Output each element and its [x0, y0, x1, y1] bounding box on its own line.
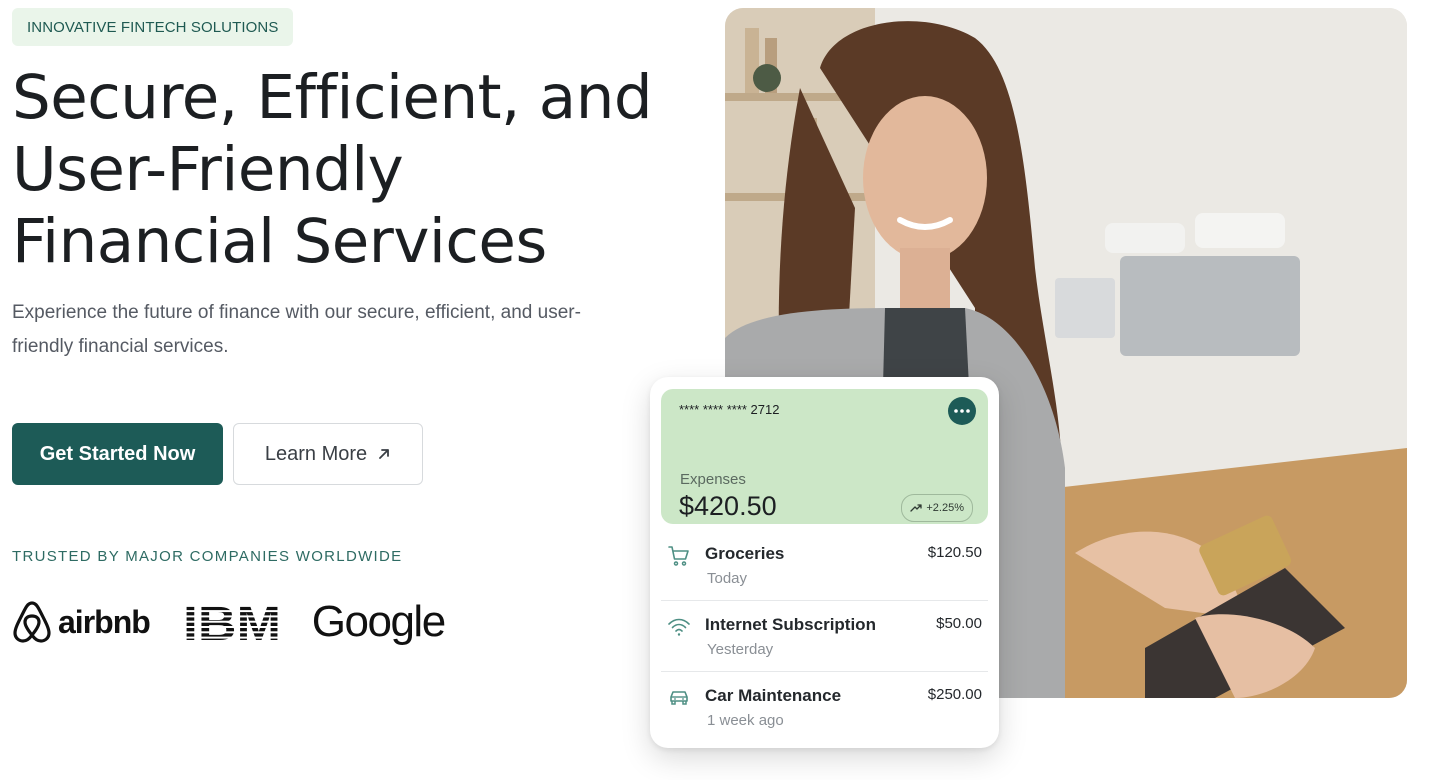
- transaction-date: 1 week ago: [707, 712, 784, 729]
- transaction-amount: $120.50: [927, 544, 982, 561]
- trend-up-icon: [910, 504, 923, 512]
- transaction-amount: $250.00: [927, 686, 982, 703]
- card-menu-button[interactable]: [948, 397, 976, 425]
- trusted-label: TRUSTED BY MAJOR COMPANIES WORLDWIDE: [12, 548, 403, 565]
- company-logos: airbnb IBM Google: [12, 596, 446, 648]
- transaction-amount: $50.00: [936, 615, 982, 632]
- airbnb-wordmark: airbnb: [58, 603, 151, 640]
- trend-badge: +2.25%: [901, 494, 973, 522]
- trend-value: +2.25%: [926, 502, 964, 514]
- transaction-date: Today: [707, 570, 748, 587]
- transaction-date: Yesterday: [707, 641, 774, 658]
- airbnb-mark-icon: [13, 601, 51, 643]
- hero-subtitle: Experience the future of finance with ou…: [12, 302, 581, 357]
- google-logo: Google: [311, 597, 446, 646]
- svg-text:IBM: IBM: [183, 601, 281, 643]
- learn-more-button[interactable]: Learn More: [233, 423, 423, 485]
- list-item[interactable]: Groceries Today $120.50: [661, 530, 988, 601]
- hero-title-line: User-Friendly: [12, 134, 404, 205]
- wifi-icon: [668, 618, 690, 636]
- expenses-label: Expenses: [680, 471, 746, 488]
- transaction-name: Car Maintenance: [705, 686, 842, 705]
- transaction-name: Groceries: [705, 544, 785, 563]
- hero-title-line: Financial Services: [12, 206, 547, 277]
- list-item[interactable]: Internet Subscription Yesterday $50.00: [661, 601, 988, 672]
- cart-icon: [668, 546, 689, 566]
- car-icon: [670, 691, 688, 705]
- more-dots-icon: [954, 409, 970, 413]
- list-item[interactable]: Car Maintenance 1 week ago $250.00: [661, 672, 988, 742]
- card-number: **** **** **** 2712: [679, 402, 780, 417]
- expenses-amount: $420.50: [679, 491, 777, 521]
- learn-more-label: Learn More: [264, 442, 368, 465]
- transaction-name: Internet Subscription: [705, 615, 876, 634]
- card-summary: **** **** **** 2712 Expenses $420.50 +2.…: [661, 389, 988, 524]
- expense-card: **** **** **** 2712 Expenses $420.50 +2.…: [650, 377, 999, 748]
- transaction-list: Groceries Today $120.50 Internet Subscri…: [661, 530, 988, 742]
- hero-title-line: Secure, Efficient, and: [12, 62, 653, 133]
- hero-title: Secure, Efficient, and User-Friendly Fin…: [12, 62, 692, 278]
- arrow-up-right-icon: [379, 449, 390, 459]
- airbnb-logo: airbnb: [12, 600, 151, 644]
- get-started-button[interactable]: Get Started Now: [12, 423, 223, 485]
- hero-badge: INNOVATIVE FINTECH SOLUTIONS: [12, 8, 294, 46]
- ibm-logo: IBM: [183, 601, 281, 643]
